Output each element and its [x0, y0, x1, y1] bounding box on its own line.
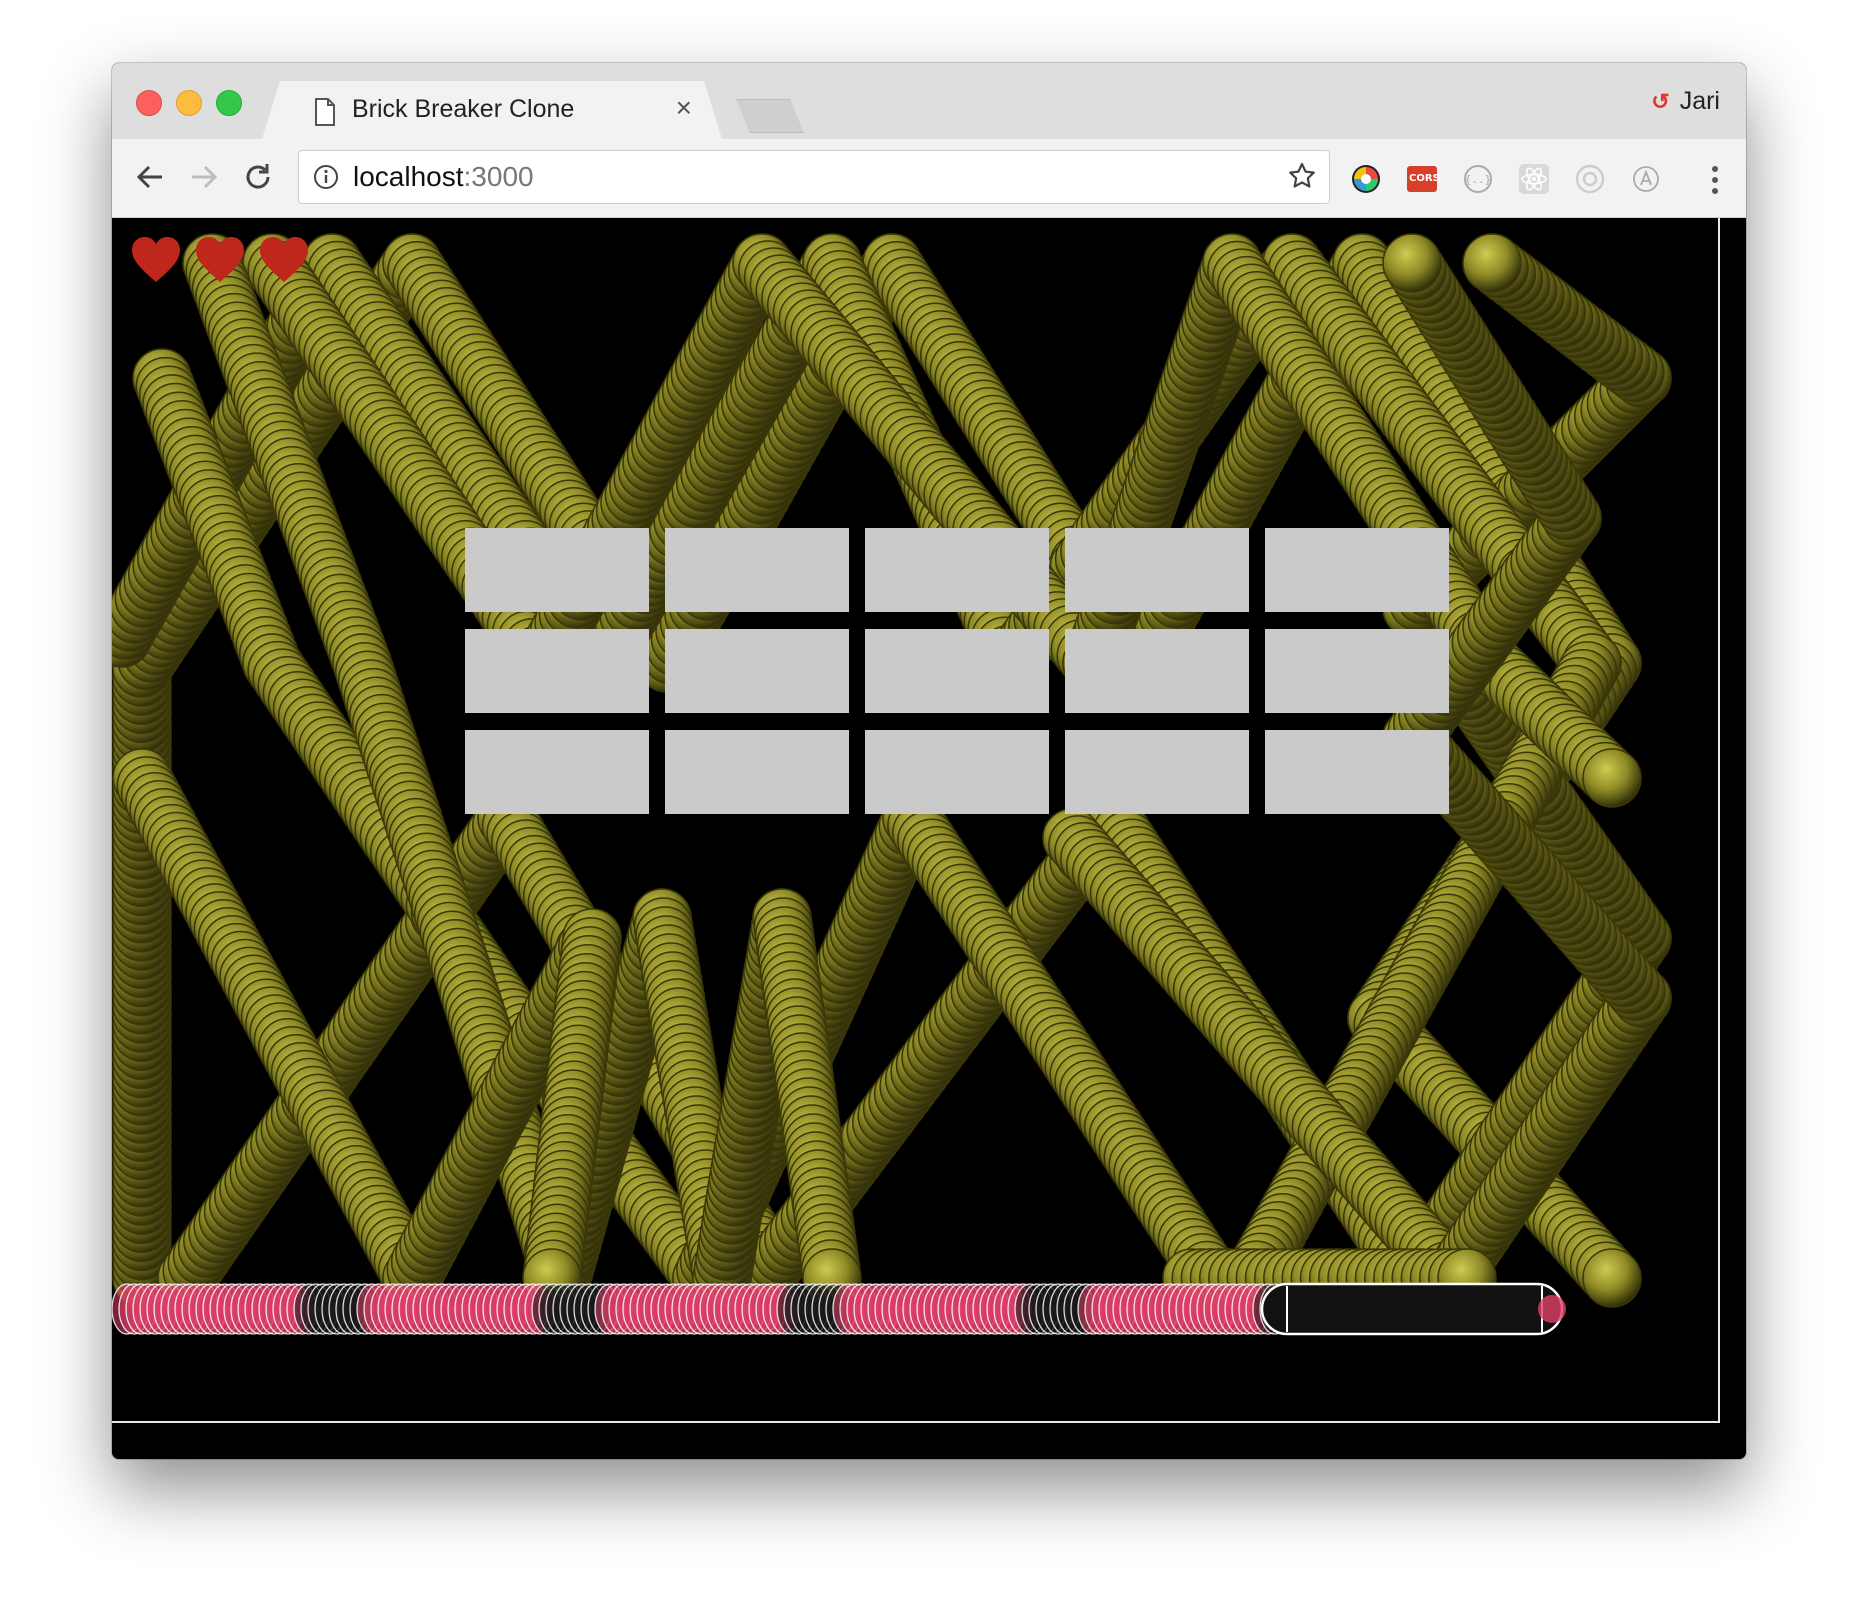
color-wheel-icon[interactable]	[1350, 163, 1382, 195]
toolbar: localhost:3000 CORS {..}	[112, 139, 1746, 218]
page-content	[112, 218, 1746, 1459]
back-arrow-icon[interactable]	[132, 159, 168, 195]
url-text: localhost:3000	[353, 161, 534, 193]
bookmark-star-icon[interactable]	[1287, 161, 1317, 196]
title-bar: Brick Breaker Clone × ↺ Jari	[112, 63, 1746, 139]
new-tab-button[interactable]	[736, 99, 804, 133]
profile-button[interactable]: ↺ Jari	[1651, 87, 1720, 116]
redux-devtools-icon[interactable]	[1574, 163, 1606, 195]
maximize-window-button[interactable]	[216, 90, 242, 116]
paddle[interactable]	[1260, 1282, 1564, 1336]
cors-label: CORS	[1409, 173, 1440, 184]
sync-icon: ↺	[1651, 88, 1670, 114]
json-viewer-icon[interactable]: {..}	[1462, 163, 1494, 195]
tab-brick-breaker[interactable]: Brick Breaker Clone ×	[262, 81, 722, 139]
forward-arrow-icon[interactable]	[186, 159, 222, 195]
url-port: :3000	[463, 161, 534, 192]
tab-title: Brick Breaker Clone	[352, 95, 575, 123]
minimize-window-button[interactable]	[176, 90, 202, 116]
close-window-button[interactable]	[136, 90, 162, 116]
url-host: localhost	[353, 161, 464, 192]
page-icon	[314, 98, 336, 131]
profile-name: Jari	[1679, 87, 1720, 115]
browser-window: Brick Breaker Clone × ↺ Jari localhost:3…	[112, 63, 1746, 1459]
address-bar[interactable]: localhost:3000	[298, 150, 1330, 204]
paddle-trail	[112, 1282, 1566, 1336]
game-canvas[interactable]	[112, 218, 1722, 1423]
tab-close-icon[interactable]: ×	[676, 92, 692, 124]
svg-text:{..}: {..}	[1465, 173, 1492, 186]
info-icon[interactable]	[313, 164, 339, 195]
adblock-icon[interactable]	[1630, 163, 1662, 195]
reload-icon[interactable]	[240, 159, 276, 195]
cors-icon[interactable]: CORS	[1406, 163, 1440, 195]
more-menu-icon[interactable]	[1710, 165, 1720, 200]
react-devtools-icon[interactable]	[1518, 163, 1550, 195]
